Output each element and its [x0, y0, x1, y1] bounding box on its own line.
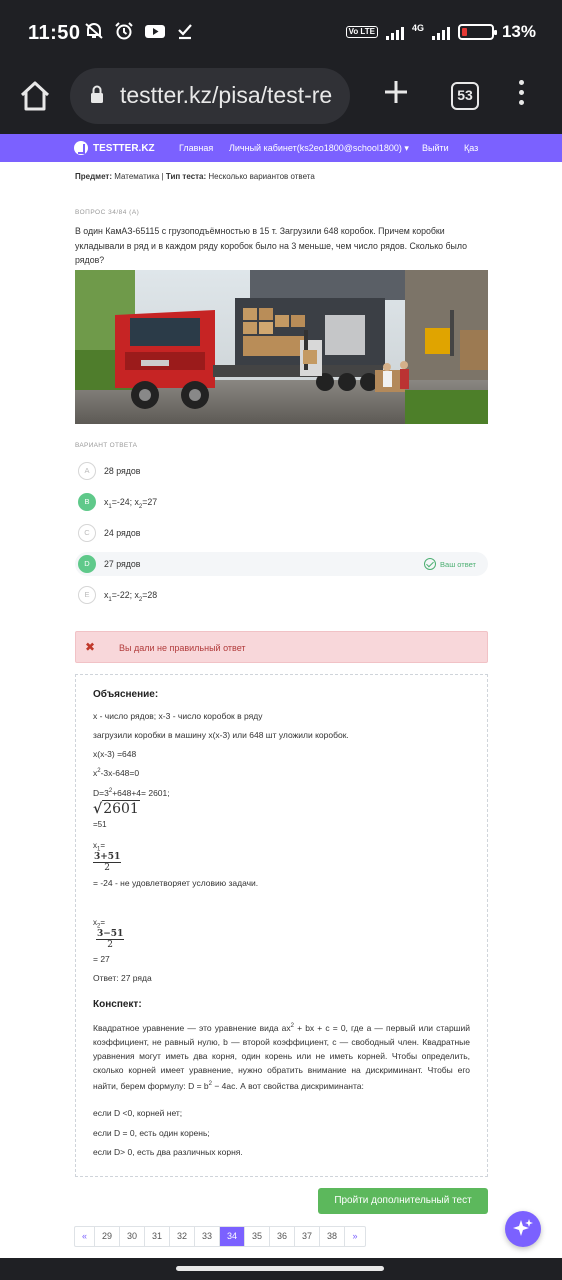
option-letter: D [78, 555, 96, 573]
konspekt-item: если D = 0, есть один корень; [93, 1128, 210, 1138]
alert-text: Вы дали не правильный ответ [119, 643, 246, 653]
answer-option-e[interactable]: E x1=-22; x2=28 [75, 583, 488, 607]
page-link[interactable]: 31 [145, 1227, 170, 1246]
option-text: 28 рядов [104, 466, 141, 476]
option-letter: A [78, 462, 96, 480]
extra-test-button[interactable]: Пройти дополнительный тест [318, 1188, 488, 1214]
explanation-answer: Ответ: 27 ряда [93, 973, 152, 983]
site-brand[interactable]: TESTTER.KZ [74, 141, 155, 155]
test-type-value: Несколько вариантов ответа [208, 172, 315, 181]
option-letter: B [78, 493, 96, 511]
lock-icon [91, 85, 103, 103]
explanation-line: D=32+648+4= 2601; [93, 788, 170, 798]
explanation-line: x2-3x-648=0 [93, 768, 140, 778]
download-done-icon [178, 24, 192, 40]
page-link[interactable]: 37 [295, 1227, 320, 1246]
explanation-line: x - число рядов; x-3 - число коробок в р… [93, 711, 263, 721]
explanation-panel: Объяснение: x - число рядов; x-3 - число… [75, 674, 488, 1177]
network-type: 4G [411, 22, 424, 33]
page-link[interactable]: 33 [195, 1227, 220, 1246]
brand-logo-icon [74, 141, 88, 155]
konspekt-heading: Конспект: [93, 999, 142, 1010]
page-link[interactable]: 36 [270, 1227, 295, 1246]
status-time: 11:50 [28, 22, 81, 44]
home-icon[interactable] [18, 80, 52, 112]
sparkle-icon [513, 1219, 533, 1236]
option-text: x1=-24; x2=27 [104, 497, 158, 510]
battery-icon [457, 24, 497, 40]
page-link[interactable]: 30 [120, 1227, 145, 1246]
battery-percent: 13% [501, 22, 536, 41]
explanation-line: загрузили коробки в машину x(x-3) или 64… [93, 730, 349, 740]
answer-option-c[interactable]: C 24 рядов [75, 521, 488, 545]
answer-option-b[interactable]: B x1=-24; x2=27 [75, 490, 488, 514]
page-prev[interactable]: « [75, 1227, 95, 1246]
page-link[interactable]: 38 [320, 1227, 345, 1246]
mute-icon [85, 23, 103, 39]
close-x-icon: ✖ [85, 640, 96, 654]
wrong-answer-alert: ✖ Вы дали не правильный ответ [75, 631, 488, 663]
question-number: ВОПРОС 34/84 (A) [75, 209, 140, 216]
your-answer-badge: Ваш ответ [424, 558, 476, 570]
konspekt-item: если D> 0, есть два различных корня. [93, 1147, 243, 1157]
page-link[interactable]: 35 [245, 1227, 270, 1246]
option-letter: C [78, 524, 96, 542]
site-navbar: TESTTER.KZ Главная Личный кабинет(ks2eo1… [0, 134, 562, 162]
konspekt-item: если D <0, корней нет; [93, 1108, 183, 1118]
your-answer-label: Ваш ответ [440, 559, 476, 569]
sqrt-result: =51 [93, 820, 107, 829]
x2-result: = 27 [93, 954, 110, 964]
x2-label: x2= [93, 918, 106, 930]
notification-icons [84, 22, 194, 40]
fraction-1: 3+51 2 [93, 852, 122, 873]
konspekt-paragraph: Квадратное уравнение — это уравнение вид… [93, 1022, 470, 1091]
option-text: 27 рядов [104, 559, 141, 569]
nav-home[interactable]: Главная [179, 143, 213, 153]
tab-switcher-button[interactable]: 53 [451, 82, 479, 110]
signal-icon [385, 25, 404, 40]
sqrt-expression: √2601 [93, 800, 140, 817]
fraction-2: 3−51 2 [96, 929, 125, 950]
signal-icon-2 [431, 25, 450, 40]
new-tab-icon[interactable] [382, 78, 410, 106]
test-type-label: Тип теста: [165, 172, 207, 181]
subject-value: Математика [114, 172, 160, 181]
question-text: В один КамАЗ-65115 с грузоподъёмностью в… [75, 226, 467, 265]
explanation-line: x(x-3) =648 [93, 749, 137, 759]
url-bar[interactable]: testter.kz/pisa/test-re [70, 68, 350, 124]
status-right: Vo LTE 4G 13% [345, 22, 536, 42]
page-next[interactable]: » [345, 1227, 365, 1246]
truck-warehouse-image [75, 270, 488, 424]
page-link[interactable]: 29 [95, 1227, 120, 1246]
test-meta: Предмет: Математика | Тип теста: Несколь… [75, 172, 488, 181]
option-letter: E [78, 586, 96, 604]
nav-logout[interactable]: Выйти [422, 143, 449, 153]
x1-label: x1= [93, 841, 106, 853]
url-text: testter.kz/pisa/test-re [120, 82, 333, 108]
browser-toolbar: testter.kz/pisa/test-re 53 [0, 68, 562, 134]
page-link[interactable]: 32 [170, 1227, 195, 1246]
ai-assistant-button[interactable] [505, 1211, 541, 1247]
option-text: 24 рядов [104, 528, 141, 538]
brand-name: TESTTER.KZ [93, 142, 155, 154]
answer-option-a[interactable]: A 28 рядов [75, 459, 488, 483]
nav-cabinet[interactable]: Личный кабинет(ks2eo1800@school1800) ▾ [229, 143, 409, 154]
status-bar: 11:50 Vo LTE 4G 13% [0, 0, 562, 68]
explanation-heading: Объяснение: [93, 689, 159, 700]
overflow-menu-icon[interactable] [516, 80, 526, 110]
home-indicator[interactable] [176, 1266, 384, 1271]
option-text: x1=-22; x2=28 [104, 590, 158, 603]
volte-badge: Vo LTE [345, 26, 378, 38]
page-link-current[interactable]: 34 [220, 1227, 245, 1246]
answer-option-d[interactable]: D 27 рядов Ваш ответ [75, 552, 488, 576]
pagination: « 29 30 31 32 33 34 35 36 37 38 » [74, 1226, 366, 1247]
subject-label: Предмет: [75, 172, 113, 181]
system-nav-bar [0, 1258, 562, 1280]
check-circle-icon [424, 558, 437, 570]
answers-label: ВАРИАНТ ОТВЕТА [75, 442, 138, 449]
nav-language[interactable]: Қаз [464, 143, 478, 153]
youtube-icon [145, 25, 165, 38]
alarm-icon [115, 22, 133, 40]
x1-result: = -24 - не удовлетворяет условию задачи. [93, 878, 259, 888]
